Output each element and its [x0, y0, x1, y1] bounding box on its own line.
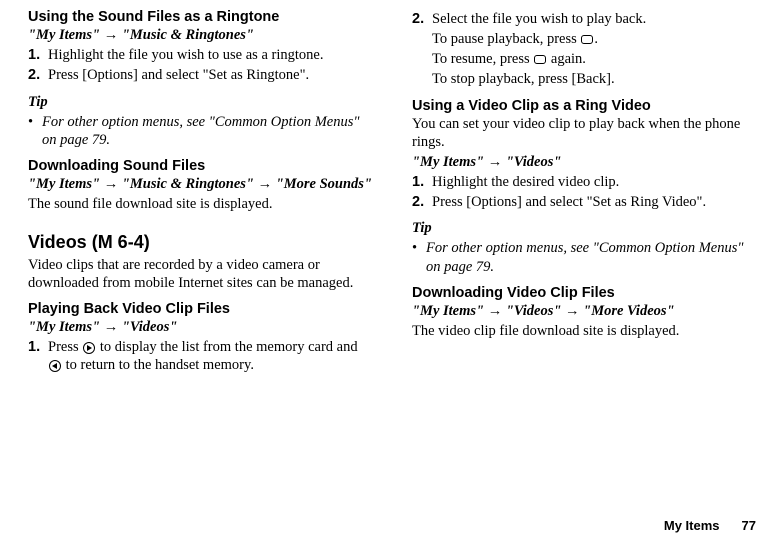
tip-bullet: • For other option menus, see "Common Op…	[28, 113, 372, 149]
path-ring-video: "My Items" → "Videos"	[412, 153, 756, 171]
ringtone-step-1: 1. Highlight the file you wish to use as…	[28, 46, 372, 64]
center-key-icon	[581, 35, 593, 44]
step-text: Press [Options] and select "Set as Ring …	[432, 193, 756, 211]
tip-text: For other option menus, see "Common Opti…	[42, 113, 372, 149]
text-download-videos: The video clip file download site is dis…	[412, 322, 756, 340]
step-number: 1.	[28, 338, 48, 374]
text-part: to display the list from the memory card…	[96, 339, 357, 355]
stop-line: To stop playback, press [Back].	[432, 70, 756, 88]
heading-videos: Videos (M 6-4)	[28, 231, 372, 254]
heading-playback: Playing Back Video Clip Files	[28, 300, 372, 318]
footer-page-number: 77	[742, 518, 756, 533]
ring-video-step-2: 2. Press [Options] and select "Set as Ri…	[412, 193, 756, 211]
page: Using the Sound Files as a Ringtone "My …	[0, 0, 784, 551]
step-number: 2.	[412, 10, 432, 28]
path-playback: "My Items" → "Videos"	[28, 318, 372, 336]
playback-step-1: 1. Press to display the list from the me…	[28, 338, 372, 374]
columns: Using the Sound Files as a Ringtone "My …	[28, 8, 756, 377]
pause-line: To pause playback, press .	[432, 30, 756, 48]
step-number: 2.	[28, 66, 48, 84]
tip-text: For other option menus, see "Common Opti…	[426, 239, 756, 275]
right-arrow-icon	[83, 342, 95, 354]
step-text: Press [Options] and select "Set as Ringt…	[48, 66, 372, 84]
left-column: Using the Sound Files as a Ringtone "My …	[28, 8, 372, 377]
resume-line: To resume, press again.	[432, 50, 756, 68]
text-part: Press	[48, 339, 82, 355]
ring-video-text: You can set your video clip to play back…	[412, 115, 756, 151]
path-ringtone: "My Items" → "Music & Ringtones"	[28, 26, 372, 44]
step-text: Select the file you wish to play back.	[432, 10, 756, 28]
tip-bullet: • For other option menus, see "Common Op…	[412, 239, 756, 275]
text-part: .	[594, 31, 598, 47]
heading-download-sounds: Downloading Sound Files	[28, 157, 372, 175]
step-number: 1.	[28, 46, 48, 64]
heading-ring-video: Using a Video Clip as a Ring Video	[412, 97, 756, 115]
tip-label: Tip	[412, 219, 756, 237]
text-part: To resume, press	[432, 51, 533, 67]
heading-download-videos: Downloading Video Clip Files	[412, 284, 756, 302]
ring-video-step-1: 1. Highlight the desired video clip.	[412, 173, 756, 191]
heading-ringtone: Using the Sound Files as a Ringtone	[28, 8, 372, 26]
tip-label: Tip	[28, 93, 372, 111]
text-part: again.	[547, 51, 586, 67]
ringtone-step-2: 2. Press [Options] and select "Set as Ri…	[28, 66, 372, 84]
left-arrow-icon	[49, 360, 61, 372]
videos-intro: Video clips that are recorded by a video…	[28, 256, 372, 292]
center-key-icon	[534, 55, 546, 64]
text-part: To pause playback, press	[432, 31, 580, 47]
path-download-sounds: "My Items" → "Music & Ringtones" → "More…	[28, 175, 372, 193]
playback-step-2: 2. Select the file you wish to play back…	[412, 10, 756, 28]
bullet-dot: •	[28, 113, 42, 149]
text-part: to return to the handset memory.	[62, 357, 254, 373]
text-download-sounds: The sound file download site is displaye…	[28, 195, 372, 213]
right-column: 2. Select the file you wish to play back…	[412, 8, 756, 377]
step-number: 1.	[412, 173, 432, 191]
page-footer: My Items 77	[664, 518, 756, 533]
step-text: Highlight the file you wish to use as a …	[48, 46, 372, 64]
step-number: 2.	[412, 193, 432, 211]
step-text: Highlight the desired video clip.	[432, 173, 756, 191]
bullet-dot: •	[412, 239, 426, 275]
step-text: Press to display the list from the memor…	[48, 338, 372, 374]
path-download-videos: "My Items" → "Videos" → "More Videos"	[412, 302, 756, 320]
footer-section-label: My Items	[664, 518, 720, 533]
